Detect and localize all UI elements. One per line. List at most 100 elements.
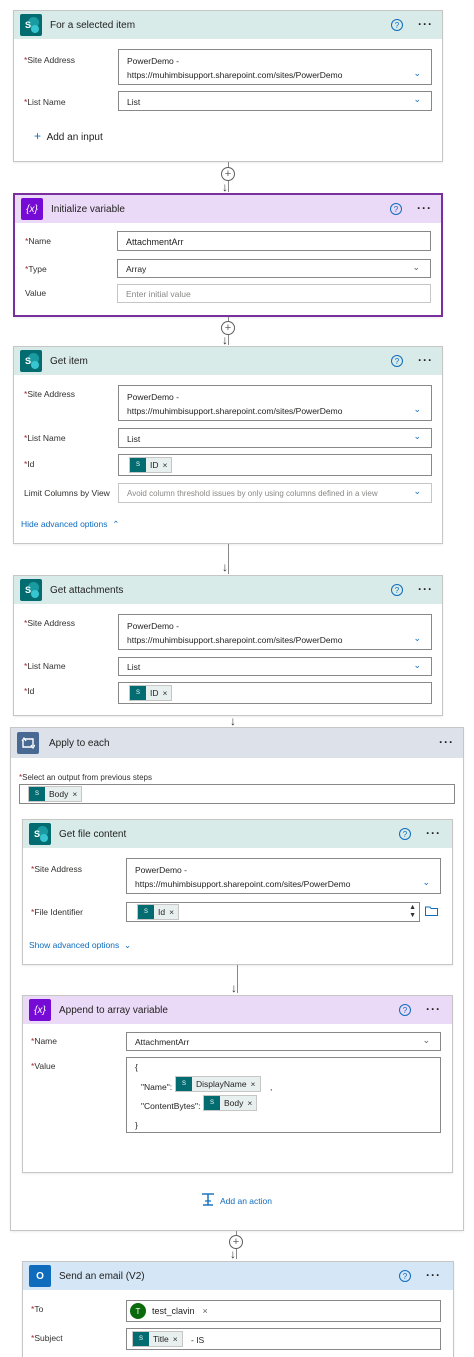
help-icon[interactable]: ? (399, 828, 411, 840)
chevron-down-icon: ⌄ (413, 633, 421, 643)
more-options-icon[interactable]: ··· (426, 826, 441, 840)
help-icon[interactable]: ? (391, 355, 403, 367)
name-label: *Name (31, 1036, 57, 1046)
list-name-dropdown[interactable]: List ⌄ (118, 428, 432, 448)
help-icon[interactable]: ? (399, 1270, 411, 1282)
variable-type-dropdown[interactable]: Array ⌄ (117, 259, 431, 278)
add-an-action-button[interactable]: Add an action (201, 1193, 272, 1208)
value-json-editor[interactable]: { "Name": S DisplayName × , "ContentByte… (126, 1057, 441, 1133)
limit-columns-dropdown[interactable]: Avoid column threshold issues by only us… (118, 483, 432, 503)
apply-to-each-header[interactable]: Apply to each ··· (11, 728, 463, 758)
more-options-icon[interactable]: ··· (418, 582, 433, 596)
list-name-label: *List Name (24, 97, 66, 107)
sharepoint-token-icon: S (130, 458, 146, 472)
spin-stepper-icon[interactable]: ▲ ▼ (409, 904, 416, 920)
remove-token-icon[interactable]: × (163, 460, 168, 470)
append-to-array-card: {x} Append to array variable ? ··· *Name… (22, 995, 453, 1173)
variable-icon: {x} (29, 999, 51, 1021)
site-address-label: *Site Address (24, 618, 76, 628)
site-address-dropdown[interactable]: PowerDemo - https://muhimbisupport.share… (118, 385, 432, 421)
remove-recipient-icon[interactable]: × (203, 1306, 208, 1316)
get-attachments-card: S Get attachments ? ··· *Site Address Po… (13, 575, 443, 716)
insert-step-plus-icon[interactable]: + (221, 167, 235, 181)
card-title: Get item (50, 355, 88, 367)
id-input[interactable]: S ID × (118, 454, 432, 476)
title-dynamic-token[interactable]: S Title × (132, 1331, 183, 1347)
chevron-down-icon: ⌄ (413, 486, 421, 496)
variable-value-input[interactable]: Enter initial value (117, 284, 431, 303)
remove-token-icon[interactable]: × (251, 1079, 256, 1089)
card-title: Initialize variable (51, 203, 125, 215)
help-icon[interactable]: ? (391, 19, 403, 31)
show-advanced-options-link[interactable]: Show advanced options ⌄ (29, 940, 131, 951)
sharepoint-icon: S (29, 823, 51, 845)
help-icon[interactable]: ? (399, 1004, 411, 1016)
subject-input[interactable]: S Title × - IS (126, 1328, 441, 1350)
id-dynamic-token[interactable]: S Id × (137, 904, 180, 920)
file-identifier-input[interactable]: S Id × ▲ ▼ (126, 902, 420, 922)
list-name-dropdown[interactable]: List ⌄ (118, 91, 432, 111)
recipient-chip[interactable]: T test_clavin × (130, 1303, 208, 1319)
more-options-icon[interactable]: ··· (426, 1268, 441, 1282)
sharepoint-token-icon: S (130, 686, 146, 700)
site-address-dropdown[interactable]: PowerDemo - https://muhimbisupport.share… (118, 614, 432, 650)
trigger-card-header[interactable]: S For a selected item ? ··· (14, 11, 442, 39)
displayname-dynamic-token[interactable]: S DisplayName × (175, 1076, 261, 1092)
folder-browse-icon[interactable] (425, 906, 438, 918)
more-options-icon[interactable]: ··· (418, 17, 433, 31)
remove-token-icon[interactable]: × (72, 789, 77, 799)
more-options-icon[interactable]: ··· (426, 1002, 441, 1016)
send-email-header[interactable]: O Send an email (V2) ? ··· (23, 1262, 453, 1290)
sharepoint-token-icon: S (133, 1332, 149, 1346)
card-title: Get attachments (50, 584, 124, 596)
help-icon[interactable]: ? (390, 203, 402, 215)
remove-token-icon[interactable]: × (163, 688, 168, 698)
card-title: Apply to each (49, 737, 110, 749)
variable-name-dropdown[interactable]: AttachmentArr ⌄ (126, 1032, 441, 1051)
to-recipients-input[interactable]: T test_clavin × (126, 1300, 441, 1322)
remove-token-icon[interactable]: × (173, 1334, 178, 1344)
get-file-content-header[interactable]: S Get file content ? ··· (23, 820, 452, 848)
select-output-input[interactable]: S Body × (19, 784, 455, 804)
flow-arrow-icon: ↓ (230, 1247, 236, 1261)
add-action-icon (201, 1193, 215, 1208)
get-item-card: S Get item ? ··· *Site Address PowerDemo… (13, 346, 443, 544)
chevron-down-icon: ⌄ (413, 94, 421, 104)
trigger-card-for-selected-item: S For a selected item ? ··· *Site Addres… (13, 10, 443, 162)
append-to-array-header[interactable]: {x} Append to array variable ? ··· (23, 996, 452, 1024)
flow-arrow-icon: ↓ (231, 981, 237, 995)
hide-advanced-options-link[interactable]: Hide advanced options ⌃ (21, 519, 119, 530)
variable-name-input[interactable]: AttachmentArr (117, 231, 431, 251)
site-address-dropdown[interactable]: PowerDemo - https://muhimbisupport.share… (126, 858, 441, 894)
more-options-icon[interactable]: ··· (417, 201, 432, 215)
get-item-header[interactable]: S Get item ? ··· (14, 347, 442, 375)
remove-token-icon[interactable]: × (169, 907, 174, 917)
add-an-input-button[interactable]: + Add an input (34, 129, 103, 143)
list-name-label: *List Name (24, 433, 66, 443)
more-options-icon[interactable]: ··· (418, 353, 433, 367)
id-dynamic-token[interactable]: S ID × (129, 685, 173, 701)
chevron-up-icon: ⌃ (112, 519, 120, 529)
more-options-icon[interactable]: ··· (439, 735, 454, 749)
initialize-variable-card: {x} Initialize variable ? ··· *Name Atta… (13, 193, 443, 317)
card-title: Send an email (V2) (59, 1270, 145, 1282)
remove-token-icon[interactable]: × (247, 1098, 252, 1108)
site-address-label: *Site Address (24, 55, 76, 65)
id-dynamic-token[interactable]: S ID × (129, 457, 173, 473)
sharepoint-token-icon: S (204, 1096, 220, 1110)
card-title: Append to array variable (59, 1004, 168, 1016)
id-label: *Id (24, 459, 35, 469)
chevron-down-icon: ⌄ (422, 1035, 430, 1045)
flow-arrow-icon: ↓ (222, 180, 228, 194)
avatar: T (130, 1303, 146, 1319)
body-dynamic-token[interactable]: S Body × (203, 1095, 258, 1111)
flow-arrow-icon: ↓ (222, 560, 228, 574)
get-attachments-header[interactable]: S Get attachments ? ··· (14, 576, 442, 604)
list-name-dropdown[interactable]: List ⌄ (118, 657, 432, 676)
site-address-dropdown[interactable]: PowerDemo - https://muhimbisupport.share… (118, 49, 432, 85)
body-dynamic-token[interactable]: S Body × (28, 786, 83, 802)
id-input[interactable]: S ID × (118, 682, 432, 704)
help-icon[interactable]: ? (391, 584, 403, 596)
value-label: Value (25, 288, 47, 298)
initialize-variable-header[interactable]: {x} Initialize variable ? ··· (15, 195, 441, 223)
